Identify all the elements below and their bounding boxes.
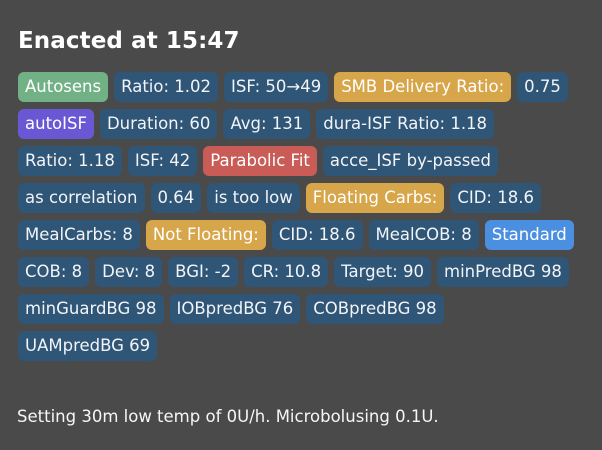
tag-target: Target: 90	[334, 257, 431, 287]
tag-isf: ISF: 42	[127, 146, 198, 176]
tag-autoisf: autoISF	[18, 109, 94, 139]
tag-floating-carbs: Floating Carbs:	[305, 183, 445, 213]
tag-cid: CID: 18.6	[450, 183, 541, 213]
tag-cr: CR: 10.8	[244, 257, 329, 287]
enacted-screen: Enacted at 15:47 Autosens Ratio: 1.02 IS…	[0, 0, 602, 450]
tag-isf-change: ISF: 50→49	[224, 72, 329, 102]
tag-iobpredbg: IOBpredBG 76	[169, 294, 301, 324]
enacted-reason: Setting 30m low temp of 0U/h. Microbolus…	[17, 407, 439, 426]
tag-minpredbg: minPredBG 98	[437, 257, 569, 287]
tag-standard: Standard	[484, 220, 574, 250]
tag-not-floating: Not Floating:	[145, 220, 266, 250]
tag-ratio-2: Ratio: 1.18	[18, 146, 122, 176]
tag-avg: Avg: 131	[223, 109, 311, 139]
tag-list: Autosens Ratio: 1.02 ISF: 50→49 SMB Deli…	[18, 72, 584, 361]
tag-smb-ratio-value: 0.75	[517, 72, 568, 102]
tag-parabolic-fit: Parabolic Fit	[203, 146, 317, 176]
tag-minguardbg: minGuardBG 98	[18, 294, 164, 324]
tag-smb-delivery-ratio: SMB Delivery Ratio:	[334, 72, 512, 102]
tag-mealcarbs: MealCarbs: 8	[18, 220, 140, 250]
tag-uampredbg: UAMpredBG 69	[18, 331, 158, 361]
tag-dev: Dev: 8	[95, 257, 163, 287]
tag-autosens: Autosens	[18, 72, 109, 102]
tag-dura-isf-ratio: dura-ISF Ratio: 1.18	[316, 109, 495, 139]
tag-too-low: is too low	[207, 183, 300, 213]
tag-correlation-value: 0.64	[150, 183, 202, 213]
tag-cid-2: CID: 18.6	[271, 220, 363, 250]
tag-cobpredbg: COBpredBG 98	[306, 294, 444, 324]
tag-acce-isf-bypassed: acce_ISF by-passed	[322, 146, 498, 176]
tag-as-correlation: as correlation	[18, 183, 145, 213]
tag-mealcob: MealCOB: 8	[368, 220, 479, 250]
tag-bgi: BGI: -2	[168, 257, 239, 287]
tag-ratio: Ratio: 1.02	[114, 72, 219, 102]
tag-cob: COB: 8	[18, 257, 90, 287]
tag-duration: Duration: 60	[99, 109, 218, 139]
enacted-title: Enacted at 15:47	[18, 28, 240, 54]
